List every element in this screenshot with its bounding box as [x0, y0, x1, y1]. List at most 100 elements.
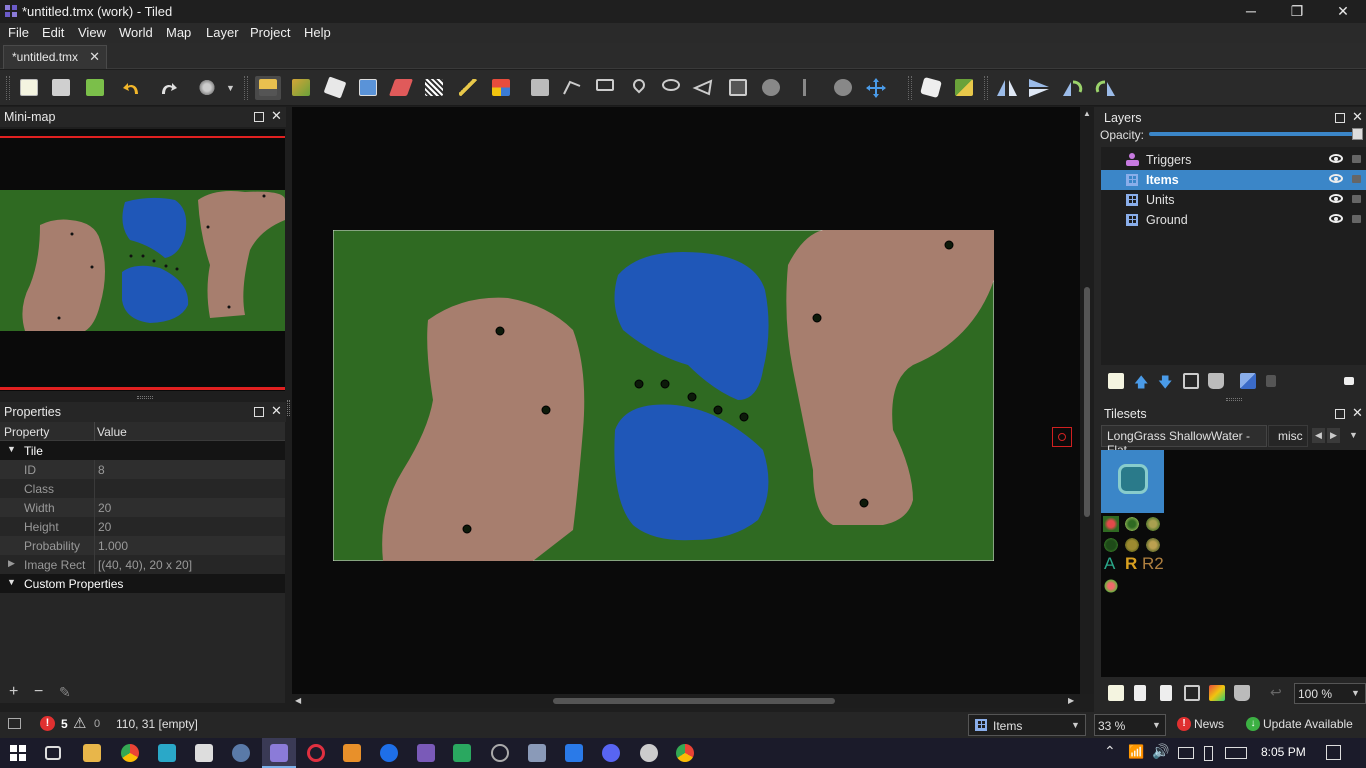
undo-button[interactable]	[120, 76, 146, 100]
new-tileset-button[interactable]	[1108, 685, 1124, 701]
visibility-eye-icon[interactable]	[1329, 194, 1343, 203]
dropdown-arrow-icon[interactable]: ▼	[1152, 720, 1161, 730]
app-icon[interactable]	[195, 744, 213, 762]
selected-tile[interactable]	[1101, 450, 1164, 513]
close-panel-icon[interactable]: ✕	[271, 108, 282, 124]
close-panel-icon[interactable]: ✕	[1352, 405, 1363, 421]
save-button[interactable]	[82, 76, 108, 100]
layer-row-units[interactable]: Units	[1101, 190, 1366, 210]
flip-vertical-button[interactable]	[1026, 76, 1052, 100]
float-panel-icon[interactable]	[1335, 113, 1345, 123]
visibility-eye-icon[interactable]	[1329, 214, 1343, 223]
flip-horizontal-button[interactable]	[994, 76, 1020, 100]
windows-start-icon[interactable]	[10, 745, 26, 761]
opera-icon[interactable]	[307, 744, 325, 762]
tile-dark-bush[interactable]	[1103, 537, 1119, 553]
error-count[interactable]: 5	[61, 717, 68, 731]
rect-select-button[interactable]	[421, 76, 447, 100]
random-mode-button[interactable]	[918, 76, 944, 100]
typora-icon[interactable]	[158, 744, 176, 762]
network-icon[interactable]: 📶	[1128, 744, 1144, 760]
message-icon[interactable]	[1178, 747, 1194, 759]
wang-fill-button[interactable]	[951, 76, 977, 100]
embed-tileset-button[interactable]	[1134, 685, 1146, 701]
opacity-slider[interactable]	[1149, 132, 1359, 136]
tab-scroll-right-icon[interactable]: ▶	[1327, 428, 1340, 443]
column-property[interactable]: Property	[4, 425, 49, 439]
terrain-brush-button[interactable]	[288, 76, 314, 100]
console-icon[interactable]	[8, 718, 21, 729]
edit-polygons-button[interactable]	[560, 76, 586, 100]
splitter-handle[interactable]	[287, 400, 290, 416]
lock-layer-button[interactable]	[1266, 375, 1276, 387]
visibility-eye-icon[interactable]	[1329, 154, 1343, 163]
visibility-eye-icon[interactable]	[1329, 174, 1343, 183]
tile-dry-bush[interactable]	[1145, 537, 1161, 553]
menu-world[interactable]: World	[119, 25, 153, 40]
warning-icon[interactable]: ⚠	[73, 714, 86, 732]
horizontal-scroll-thumb[interactable]	[553, 698, 835, 704]
tiled-icon[interactable]	[270, 744, 288, 762]
insert-polygon-button[interactable]	[691, 76, 717, 100]
dropdown-arrow-icon[interactable]: ▼	[1071, 720, 1080, 730]
menu-edit[interactable]: Edit	[42, 25, 64, 40]
layer-row-ground[interactable]: Ground	[1101, 210, 1366, 230]
file-explorer-icon[interactable]	[83, 744, 101, 762]
dynamic-wrap-icon[interactable]: ↩	[1270, 684, 1282, 701]
map-view[interactable]	[333, 230, 994, 561]
splitter-handle[interactable]	[137, 396, 153, 399]
menu-project[interactable]: Project	[250, 25, 290, 40]
close-tab-icon[interactable]: ✕	[89, 49, 100, 65]
move-tool-button[interactable]	[863, 76, 889, 100]
sublime-icon[interactable]	[343, 744, 361, 762]
app-icon[interactable]	[640, 744, 658, 762]
group-tile-row[interactable]: ▼ Tile	[0, 441, 285, 460]
tile-shrub[interactable]	[1145, 516, 1161, 532]
insert-point-button[interactable]	[626, 76, 652, 100]
tile-bush[interactable]	[1124, 516, 1140, 532]
update-link[interactable]: Update Available	[1263, 717, 1353, 731]
insert-template-button[interactable]	[758, 76, 784, 100]
export-tileset-button[interactable]	[1160, 685, 1172, 701]
vscode-icon[interactable]	[565, 744, 583, 762]
bluetooth-icon[interactable]	[380, 744, 398, 762]
tile-letter-a[interactable]: A	[1104, 554, 1115, 574]
close-panel-icon[interactable]: ✕	[1352, 109, 1363, 125]
chrome-icon[interactable]	[676, 744, 694, 762]
lock-icon[interactable]	[1352, 215, 1361, 223]
tileset-tab-longgrass[interactable]: LongGrass ShallowWater - Flat	[1101, 425, 1267, 457]
tile-yellow-bush[interactable]	[1124, 537, 1140, 553]
raise-layer-button[interactable]: 🡅	[1134, 372, 1148, 396]
open-file-button[interactable]	[48, 76, 74, 100]
map-zoom-combo[interactable]: 33 % ▼	[1094, 714, 1166, 736]
commands-dropdown-icon[interactable]: ▼	[226, 83, 235, 93]
property-row[interactable]: Class	[0, 479, 285, 498]
terrain-editor-button[interactable]	[1209, 685, 1225, 701]
expand-arrow-icon[interactable]: ▼	[7, 444, 16, 454]
menu-layer[interactable]: Layer	[206, 25, 239, 40]
insert-tile-button[interactable]	[725, 76, 751, 100]
clock[interactable]: 8:05 PM	[1261, 745, 1306, 759]
scroll-up-icon[interactable]: ▲	[1083, 109, 1091, 118]
opacity-slider-handle[interactable]	[1352, 128, 1363, 140]
delete-layer-button[interactable]	[1208, 373, 1224, 389]
expand-arrow-icon[interactable]: ▶	[8, 558, 15, 569]
insert-ellipse-button[interactable]	[658, 76, 684, 100]
redo-button[interactable]	[154, 76, 180, 100]
menu-help[interactable]: Help	[304, 25, 331, 40]
layer-options-button[interactable]	[1344, 377, 1354, 385]
volume-icon[interactable]: 🔊	[1152, 743, 1169, 760]
warning-count[interactable]: 0	[94, 718, 100, 730]
tileset-tab-misc[interactable]: misc	[1268, 425, 1308, 447]
tileset-menu-dropdown-icon[interactable]: ▼	[1349, 430, 1358, 440]
toolbar-grip[interactable]	[908, 76, 912, 100]
magic-wand-button[interactable]	[455, 76, 481, 100]
tab-scroll-left-icon[interactable]: ◀	[1312, 428, 1325, 443]
layer-row-triggers[interactable]: Triggers	[1101, 150, 1366, 170]
world-tool-button[interactable]	[830, 76, 856, 100]
news-link[interactable]: News	[1194, 717, 1224, 731]
tile-letter-r[interactable]: R	[1125, 554, 1137, 574]
update-icon[interactable]: ↓	[1246, 717, 1260, 731]
tile-letter-r2[interactable]: R2	[1142, 554, 1164, 574]
remove-tileset-button[interactable]	[1234, 685, 1250, 701]
